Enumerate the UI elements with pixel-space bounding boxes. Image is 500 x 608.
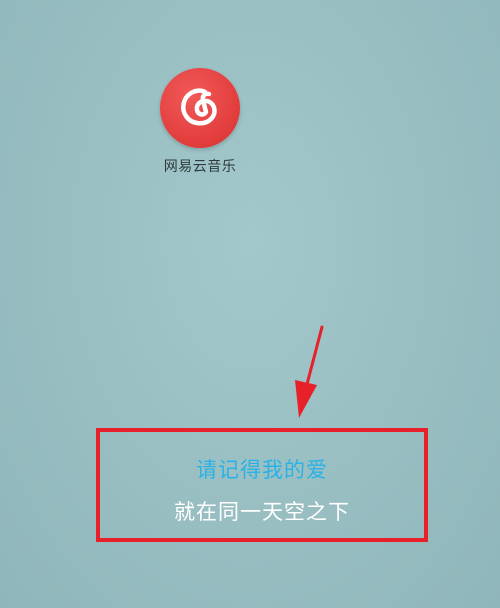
desktop-lyric-next-line[interactable]: 就在同一天空之下 [100, 496, 424, 526]
desktop-lyrics-highlight-box: 请记得我的爱 就在同一天空之下 [96, 428, 428, 542]
home-screen: 网易云音乐 请记得我的爱 就在同一天空之下 [0, 0, 500, 608]
desktop-lyric-current-line[interactable]: 请记得我的爱 [100, 454, 424, 484]
